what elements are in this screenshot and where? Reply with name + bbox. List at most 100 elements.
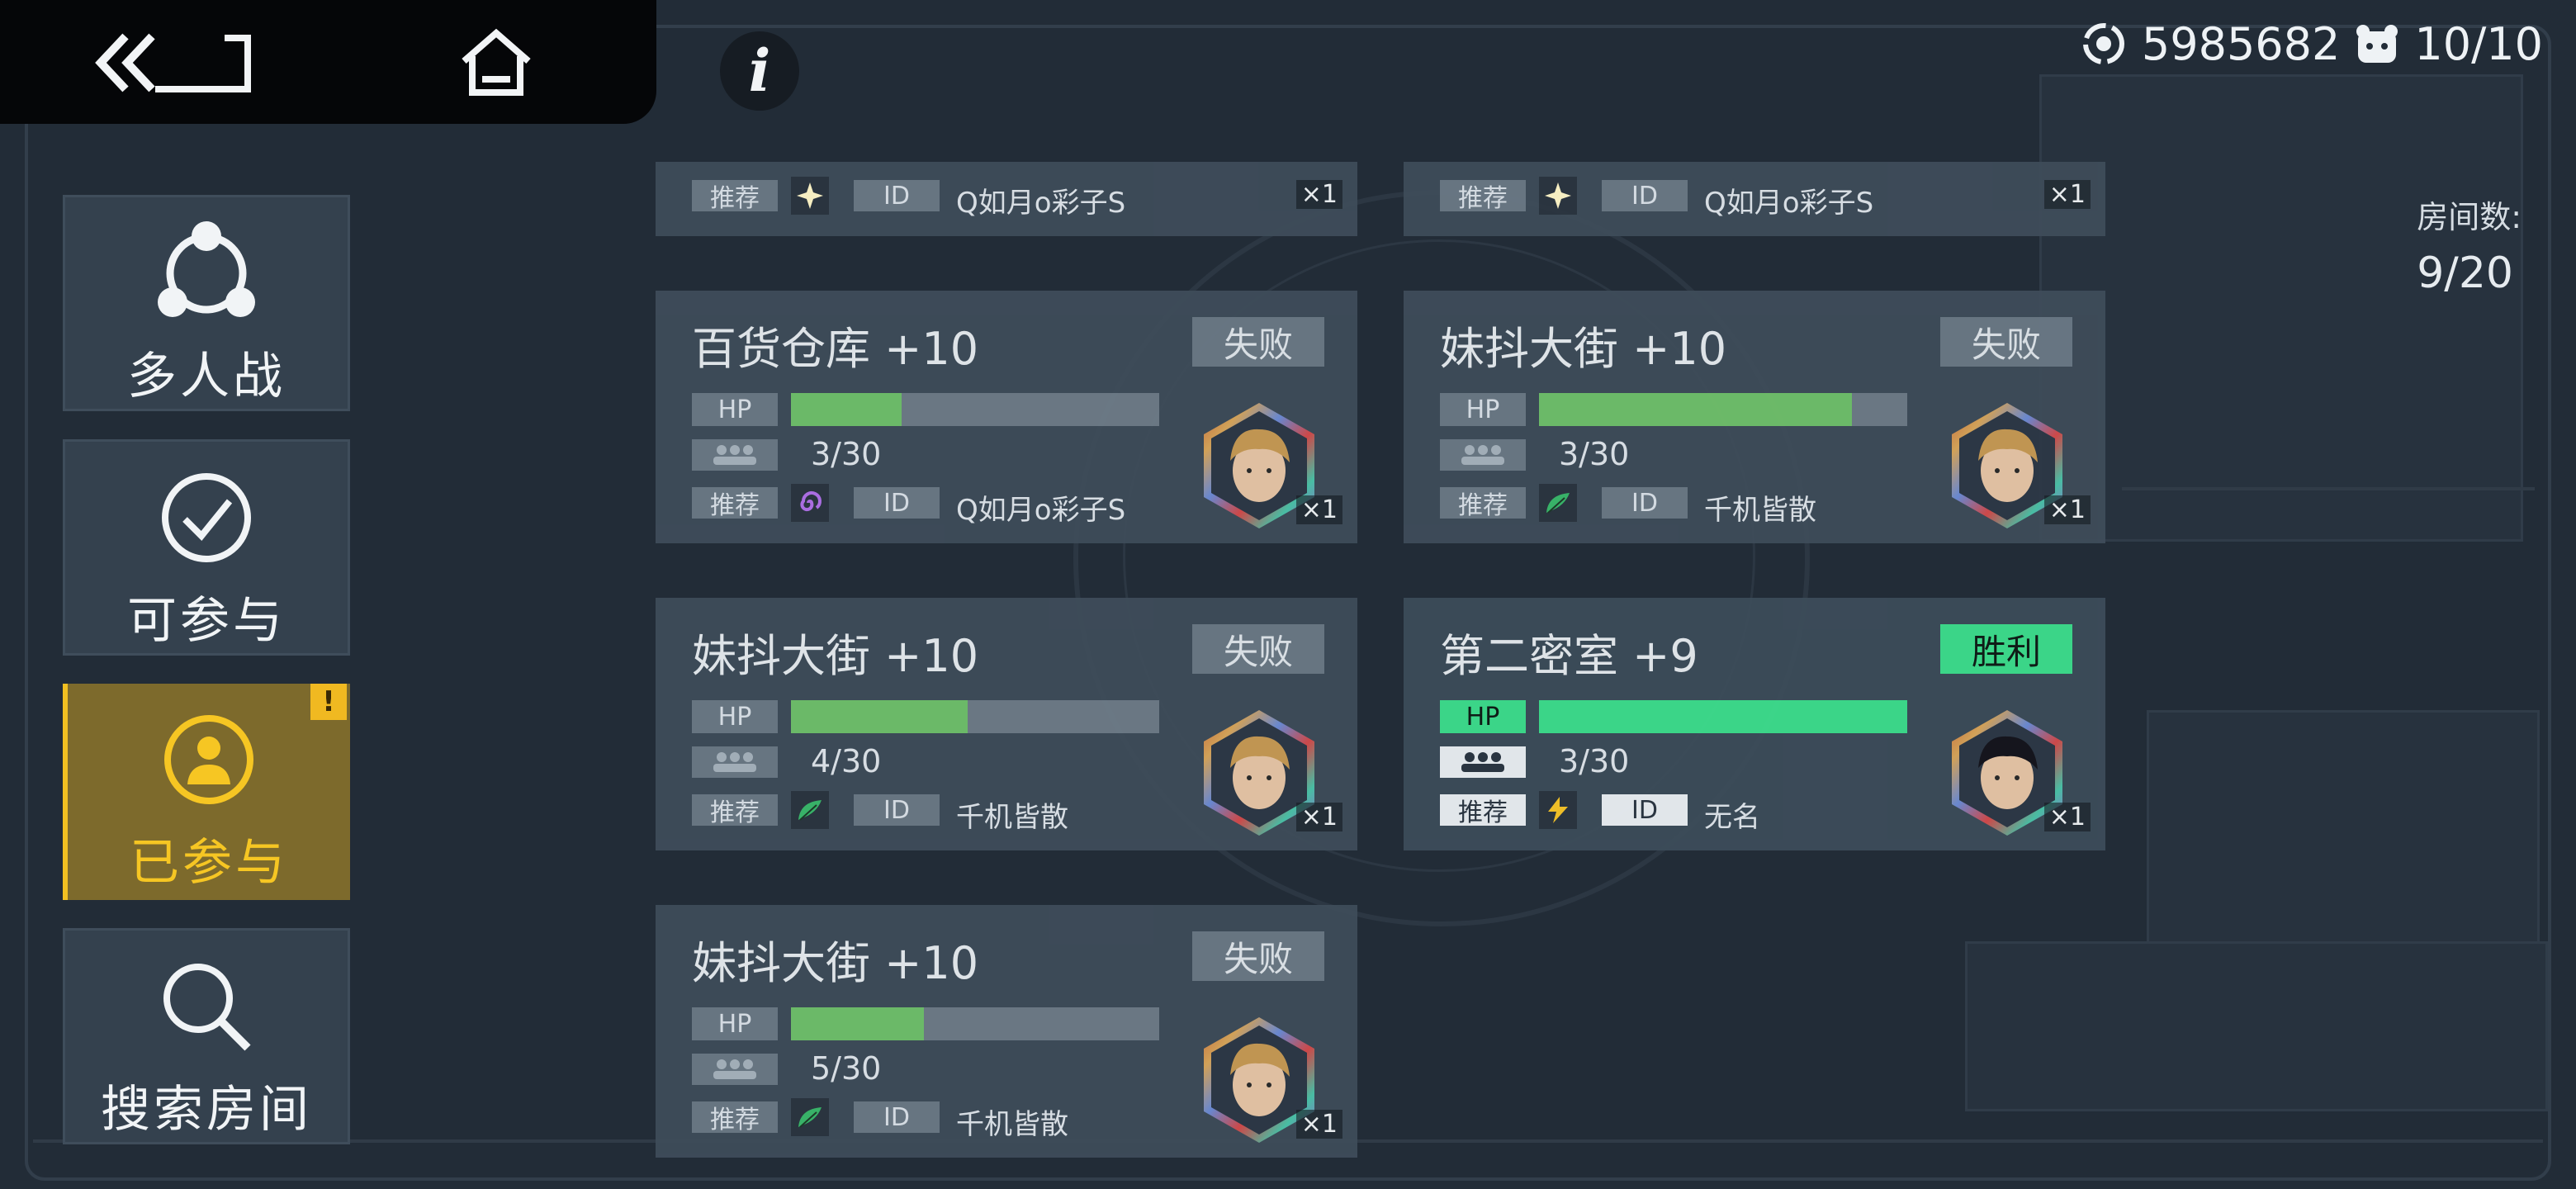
hp-bar (791, 393, 1159, 426)
players-icon (692, 439, 778, 471)
hp-bar (1539, 393, 1907, 426)
sidebar-item-joinable[interactable]: 可参与 (63, 439, 350, 656)
hp-bar-fill (1539, 700, 1907, 733)
players-icon (1440, 439, 1526, 471)
id-tag: ID (1602, 180, 1688, 211)
sidebar-item-joined[interactable]: ! 已参与 (63, 684, 350, 900)
hp-label: HP (1440, 700, 1526, 733)
players-icon (692, 1054, 778, 1085)
hp-bar (1539, 700, 1907, 733)
element-star-icon (1539, 177, 1577, 215)
id-tag: ID (854, 487, 940, 519)
multiplier: ×1 (1295, 803, 1342, 831)
sidebar-item-search[interactable]: 搜索房间 (63, 928, 350, 1144)
back-icon[interactable] (92, 30, 258, 96)
hp-bar (791, 700, 1159, 733)
recommend-tag: 推荐 (1440, 794, 1526, 827)
top-bar (0, 0, 656, 124)
result-badge: 失败 (1192, 624, 1324, 674)
recommend-tag: 推荐 (692, 180, 778, 213)
sidebar-item-multiplayer[interactable]: 多人战 (63, 195, 350, 411)
recommend-tag: 推荐 (692, 794, 778, 827)
id-tag: ID (854, 794, 940, 826)
search-icon (163, 964, 251, 1051)
recommend-tag: 推荐 (1440, 487, 1526, 520)
players-icon (692, 746, 778, 778)
id-tag: ID (854, 1101, 940, 1133)
player-count: 3/30 (1559, 743, 1630, 779)
alert-badge: ! (310, 684, 347, 720)
result-badge: 失败 (1192, 931, 1324, 981)
recommend-tag: 推荐 (692, 1101, 778, 1135)
element-leaf-icon (791, 791, 829, 829)
room-title: 妹抖大街 +10 (692, 937, 979, 989)
room-title: 妹抖大街 +10 (1440, 323, 1727, 375)
hp-label: HP (692, 393, 778, 426)
element-leaf-icon (1539, 484, 1577, 522)
user-icon (164, 715, 253, 804)
background-line (2122, 487, 2535, 490)
room-card[interactable]: 妹抖大街 +10 失败 HP 3/30 推荐 ID 千机皆散 ×1 (1404, 291, 2105, 543)
owner-name: Q如月o彩子S (956, 187, 1126, 220)
bear-icon (2356, 25, 2398, 63)
id-tag: ID (854, 180, 940, 211)
room-title: 妹抖大街 +10 (692, 630, 979, 682)
room-card[interactable]: 推荐 ID Q如月o彩子S ×1 (656, 162, 1357, 236)
sidebar-item-label: 多人战 (127, 348, 286, 405)
recommend-tag: 推荐 (692, 487, 778, 520)
hp-bar (791, 1007, 1159, 1040)
room-card[interactable]: 第二密室 +9 胜利 HP 3/30 推荐 ID 无名 ×1 (1404, 598, 2105, 850)
players-icon (1440, 746, 1526, 778)
room-count: 房间数: 9/20 (2417, 192, 2522, 298)
room-title: 百货仓库 +10 (692, 323, 979, 375)
room-card[interactable]: 妹抖大街 +10 失败 HP 5/30 推荐 ID 千机皆散 ×1 (656, 905, 1357, 1158)
multiplier: ×1 (1295, 1110, 1342, 1139)
owner-name: 千机皆散 (1704, 494, 1816, 527)
result-badge: 胜利 (1940, 624, 2072, 674)
check-circle-icon (162, 473, 251, 562)
id-tag: ID (1602, 487, 1688, 519)
result-badge: 失败 (1192, 317, 1324, 367)
player-count: 3/30 (1559, 436, 1630, 472)
recommend-tag: 推荐 (1440, 180, 1526, 213)
element-star-icon (791, 177, 829, 215)
owner-name: 无名 (1704, 801, 1760, 834)
multiplier: ×1 (1295, 495, 1342, 524)
element-leaf-icon (791, 1098, 829, 1136)
element-bolt-icon (1539, 791, 1577, 829)
multiplier: ×1 (2043, 803, 2091, 831)
room-card[interactable]: 妹抖大街 +10 失败 HP 4/30 推荐 ID 千机皆散 ×1 (656, 598, 1357, 850)
background-panel (2039, 74, 2523, 542)
hp-bar-fill (1539, 393, 1853, 426)
multiplier: ×1 (1295, 180, 1342, 209)
info-icon: i (748, 36, 771, 105)
currency-bar: 5985682 10/10 (2081, 15, 2543, 73)
element-spiral-icon (791, 484, 829, 522)
owner-name: 千机皆散 (956, 801, 1068, 834)
room-count-label: 房间数: (2417, 199, 2522, 235)
owner-name: 千机皆散 (956, 1108, 1068, 1141)
multiplier: ×1 (2043, 180, 2091, 209)
currency-value: 5985682 (2141, 17, 2341, 70)
room-count-value: 9/20 (2417, 249, 2513, 298)
stamina-value: 10/10 (2414, 17, 2543, 70)
hp-bar-fill (791, 393, 902, 426)
multiplier: ×1 (2043, 495, 2091, 524)
room-title: 第二密室 +9 (1440, 630, 1698, 682)
player-count: 5/30 (811, 1050, 882, 1087)
hp-label: HP (692, 1007, 778, 1040)
sidebar-item-label: 搜索房间 (101, 1081, 312, 1139)
player-count: 3/30 (811, 436, 882, 472)
room-card[interactable]: 百货仓库 +10 失败 HP 3/30 推荐 ID Q如月o彩子S ×1 (656, 291, 1357, 543)
coin-icon (2082, 23, 2124, 64)
info-button[interactable]: i (720, 31, 799, 111)
hp-label: HP (1440, 393, 1526, 426)
owner-name: Q如月o彩子S (956, 494, 1126, 527)
home-icon[interactable] (459, 28, 533, 97)
result-badge: 失败 (1940, 317, 2072, 367)
hp-bar-fill (791, 700, 968, 733)
network-icon (158, 221, 255, 317)
hp-label: HP (692, 700, 778, 733)
background-panel (1965, 941, 2548, 1111)
room-card[interactable]: 推荐 ID Q如月o彩子S ×1 (1404, 162, 2105, 236)
